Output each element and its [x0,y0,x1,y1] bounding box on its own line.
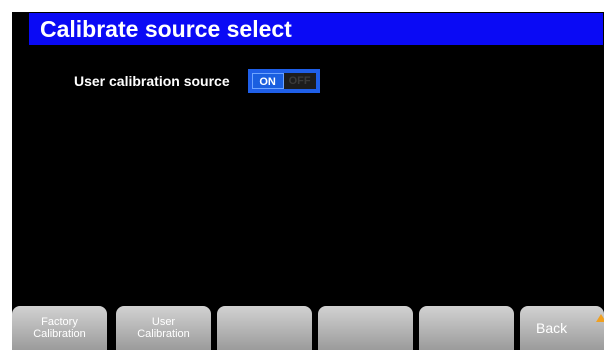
back-label: Back [536,320,568,336]
setting-label: User calibration source [74,73,230,89]
up-arrow-icon [596,314,604,322]
softkey-3-blank[interactable] [217,306,312,350]
toggle-on-option[interactable]: ON [251,73,284,89]
instrument-screen: Calibrate source select User calibration… [12,12,604,350]
softkey-5-blank[interactable] [419,306,514,350]
softkey-bar: Factory Calibration User Calibration Bac… [12,306,604,350]
toggle-off-option[interactable]: OFF [283,73,316,89]
factory-calibration-softkey[interactable]: Factory Calibration [12,306,107,350]
softkey-label-line1: Factory [41,316,78,328]
user-calibration-softkey[interactable]: User Calibration [116,306,211,350]
softkey-label-line2: Calibration [137,328,190,340]
softkey-4-blank[interactable] [318,306,413,350]
softkey-label-line1: User [151,316,176,328]
user-calibration-source-setting: User calibration source ON OFF [74,69,320,93]
back-softkey[interactable]: Back [520,306,604,350]
softkey-label-line2: Calibration [33,328,86,340]
user-calibration-source-toggle[interactable]: ON OFF [247,69,320,93]
page-title: Calibrate source select [29,13,603,45]
